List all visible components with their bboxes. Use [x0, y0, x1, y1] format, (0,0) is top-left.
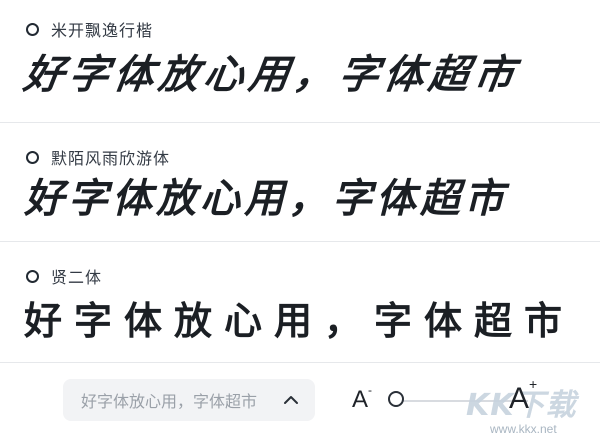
preview-text: 好字体放心用，字体超市 [81, 392, 258, 411]
font-size-slider-thumb[interactable] [388, 391, 404, 407]
font-name: 贤二体 [51, 268, 103, 287]
plus-mark: + [529, 376, 538, 392]
radio-ring-icon[interactable] [26, 150, 39, 164]
font-name: 默陌风雨欣游体 [51, 149, 171, 168]
font-item-2[interactable]: 默陌风雨欣游体 好字体放心用，字体超市 [0, 123, 600, 241]
minus-mark: - [368, 383, 373, 397]
preview-input[interactable]: 好字体放心用，字体超市 [63, 379, 315, 421]
font-sample-text: 好字体放心用，字体超市 [24, 299, 575, 343]
chevron-up-icon[interactable] [281, 390, 301, 410]
watermark-url: www.kkx.net [490, 422, 557, 436]
font-item-header: 贤二体 [26, 264, 102, 288]
font-name: 米开飘逸行楷 [51, 21, 154, 40]
font-item-header: 米开飘逸行楷 [26, 17, 153, 41]
font-sample-text: 好字体放心用，字体超市 [20, 51, 523, 98]
font-item-header: 默陌风雨欣游体 [26, 145, 170, 169]
radio-ring-icon[interactable] [26, 22, 39, 36]
increase-font-size-label: A [509, 382, 530, 415]
radio-ring-icon[interactable] [26, 269, 39, 283]
decrease-font-size-button[interactable]: A- [352, 383, 373, 414]
font-item-1[interactable]: 米开飘逸行楷 好字体放心用，字体超市 [0, 0, 600, 122]
font-item-3[interactable]: 贤二体 好字体放心用，字体超市 [0, 242, 600, 362]
increase-font-size-button[interactable]: A+ [509, 376, 537, 416]
decrease-font-size-label: A [352, 386, 369, 413]
font-sample-text: 好字体放心用，字体超市 [24, 176, 508, 221]
